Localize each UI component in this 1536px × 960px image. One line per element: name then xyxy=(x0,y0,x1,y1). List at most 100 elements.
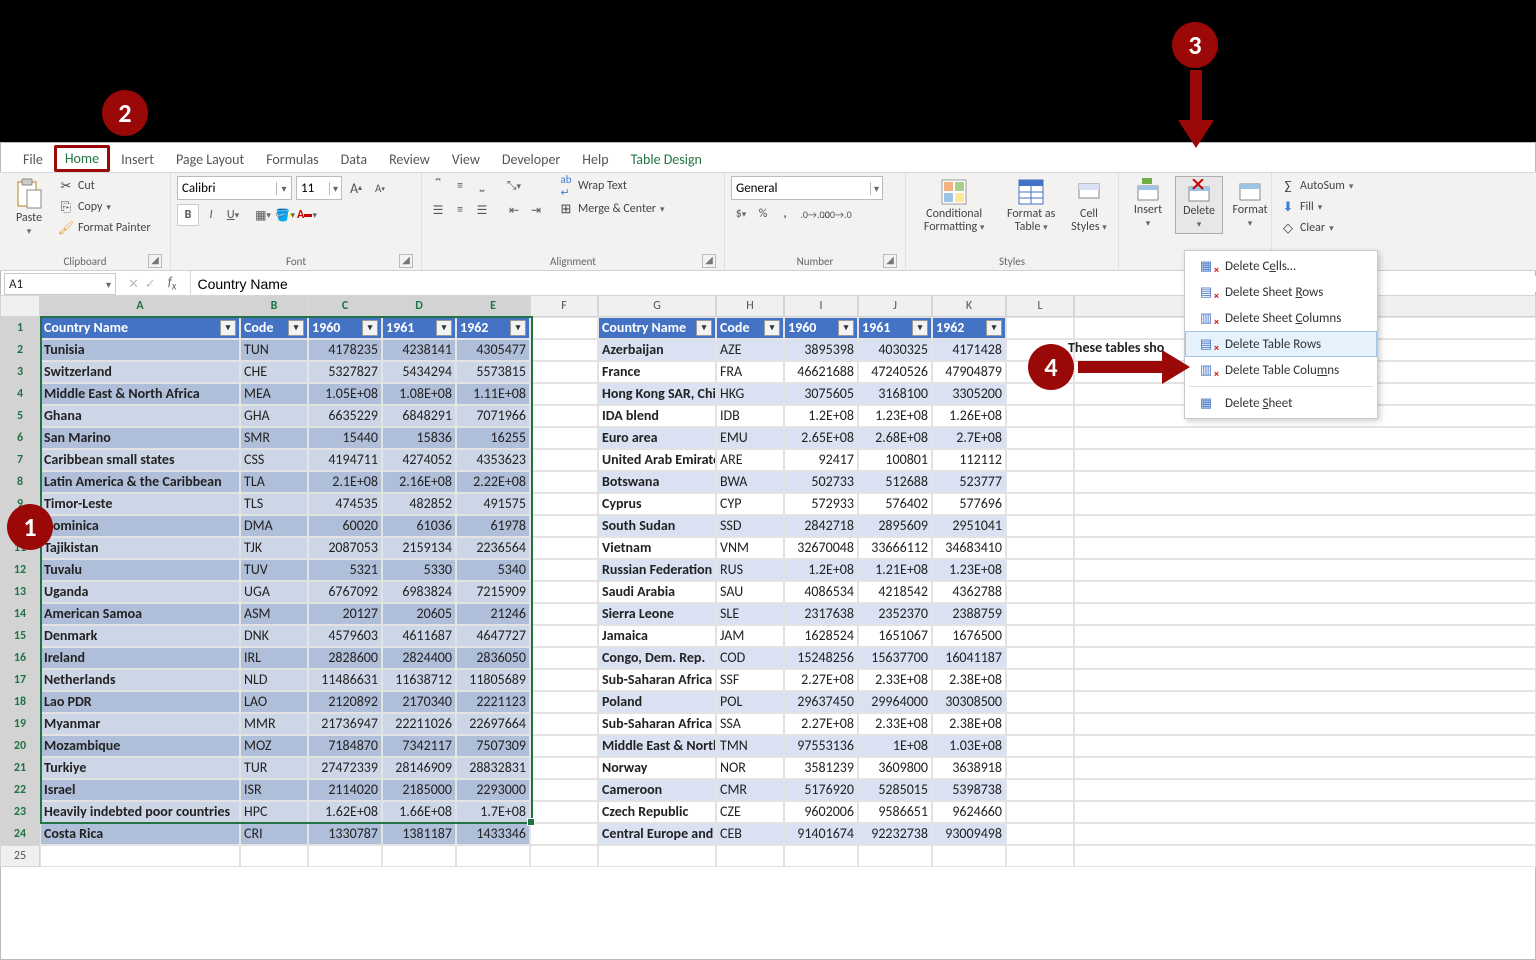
cell-G18[interactable]: Poland xyxy=(598,691,716,713)
cell-H11[interactable]: VNM xyxy=(716,537,784,559)
insert-cells-button[interactable]: Insert▾ xyxy=(1125,176,1171,232)
cell-I16[interactable]: 15248256 xyxy=(784,647,858,669)
cell-E20[interactable]: 7507309 xyxy=(456,735,530,757)
cell-J15[interactable]: 1651067 xyxy=(858,625,932,647)
cell-G14[interactable]: Sierra Leone xyxy=(598,603,716,625)
cell-E9[interactable]: 491575 xyxy=(456,493,530,515)
cell-I4[interactable]: 3075605 xyxy=(784,383,858,405)
cell-G15[interactable]: Jamaica xyxy=(598,625,716,647)
cell-L23[interactable] xyxy=(1006,801,1074,823)
cell-C8[interactable]: 2.1E+08 xyxy=(308,471,382,493)
cell-H10[interactable]: SSD xyxy=(716,515,784,537)
cell-F19[interactable] xyxy=(530,713,598,735)
cell-I10[interactable]: 2842718 xyxy=(784,515,858,537)
cell-D17[interactable]: 11638712 xyxy=(382,669,456,691)
cell-J22[interactable]: 5285015 xyxy=(858,779,932,801)
row-header-15[interactable]: 15 xyxy=(0,625,40,647)
row-header-21[interactable]: 21 xyxy=(0,757,40,779)
cell-E8[interactable]: 2.22E+08 xyxy=(456,471,530,493)
cell-F9[interactable] xyxy=(530,493,598,515)
cell-E25[interactable] xyxy=(456,845,530,867)
cell-J3[interactable]: 47240526 xyxy=(858,361,932,383)
cell-K12[interactable]: 1.23E+08 xyxy=(932,559,1006,581)
decrease-decimal-button[interactable]: .00→.0 xyxy=(827,204,847,224)
cell-G7[interactable]: United Arab Emirates xyxy=(598,449,716,471)
cell-C20[interactable]: 7184870 xyxy=(308,735,382,757)
cell-B4[interactable]: MEA xyxy=(240,383,308,405)
filter-dropdown[interactable]: ▾ xyxy=(220,320,236,336)
cell-D22[interactable]: 2185000 xyxy=(382,779,456,801)
cell-C16[interactable]: 2828600 xyxy=(308,647,382,669)
cell-F22[interactable] xyxy=(530,779,598,801)
number-format-combo[interactable]: ▾ xyxy=(731,176,883,200)
cell-A23[interactable]: Heavily indebted poor countries xyxy=(40,801,240,823)
filter-dropdown[interactable]: ▾ xyxy=(510,320,526,336)
cell-I13[interactable]: 4086534 xyxy=(784,581,858,603)
cell-H5[interactable]: IDB xyxy=(716,405,784,427)
cut-button[interactable]: ✂Cut xyxy=(56,176,153,196)
row-header-17[interactable]: 17 xyxy=(0,669,40,691)
row-header-16[interactable]: 16 xyxy=(0,647,40,669)
cell-L15[interactable] xyxy=(1006,625,1074,647)
cell-F14[interactable] xyxy=(530,603,598,625)
merge-center-button[interactable]: ⊞Merge & Center ▾ xyxy=(556,199,667,219)
cell-I8[interactable]: 502733 xyxy=(784,471,858,493)
filter-dropdown[interactable]: ▾ xyxy=(362,320,378,336)
cell-C17[interactable]: 11486631 xyxy=(308,669,382,691)
cell-H12[interactable]: RUS xyxy=(716,559,784,581)
cell-B5[interactable]: GHA xyxy=(240,405,308,427)
cell-A2[interactable]: Tunisia xyxy=(40,339,240,361)
cell-H20[interactable]: TMN xyxy=(716,735,784,757)
cell-C15[interactable]: 4579603 xyxy=(308,625,382,647)
cell-H17[interactable]: SSF xyxy=(716,669,784,691)
cell-G8[interactable]: Botswana xyxy=(598,471,716,493)
cell-D18[interactable]: 2170340 xyxy=(382,691,456,713)
cell-A7[interactable]: Caribbean small states xyxy=(40,449,240,471)
format-cells-button[interactable]: Format▾ xyxy=(1227,176,1273,232)
menu-delete-sheet-columns[interactable]: ▥× Delete Sheet Columns xyxy=(1185,305,1377,331)
cell-I18[interactable]: 29637450 xyxy=(784,691,858,713)
row-header-5[interactable]: 5 xyxy=(0,405,40,427)
cell-rest-6[interactable] xyxy=(1074,427,1536,449)
cell-I24[interactable]: 91401674 xyxy=(784,823,858,845)
cell-F4[interactable] xyxy=(530,383,598,405)
tab-home[interactable]: Home xyxy=(54,145,110,172)
cell-rest-21[interactable] xyxy=(1074,757,1536,779)
row-header-8[interactable]: 8 xyxy=(0,471,40,493)
cell-I23[interactable]: 9602006 xyxy=(784,801,858,823)
cell-A6[interactable]: San Marino xyxy=(40,427,240,449)
accounting-format-button[interactable]: $▾ xyxy=(731,204,751,224)
underline-button[interactable]: U ▾ xyxy=(223,205,243,225)
cell-G3[interactable]: France xyxy=(598,361,716,383)
col-header-G[interactable]: G xyxy=(598,295,716,317)
cell-A10[interactable]: Dominica xyxy=(40,515,240,537)
filter-dropdown[interactable]: ▾ xyxy=(838,320,854,336)
col-header-J[interactable]: J xyxy=(858,295,932,317)
cell-C21[interactable]: 27472339 xyxy=(308,757,382,779)
cell-K13[interactable]: 4362788 xyxy=(932,581,1006,603)
font-color-button[interactable]: A▾ xyxy=(297,205,317,225)
cell-rest-24[interactable] xyxy=(1074,823,1536,845)
cell-B19[interactable]: MMR xyxy=(240,713,308,735)
number-format-input[interactable] xyxy=(732,181,870,196)
cell-E14[interactable]: 21246 xyxy=(456,603,530,625)
borders-button[interactable]: ▦ ▾ xyxy=(253,205,273,225)
cell-F24[interactable] xyxy=(530,823,598,845)
clipboard-dialog-launcher[interactable]: ◢ xyxy=(148,254,162,268)
cell-rest-11[interactable] xyxy=(1074,537,1536,559)
select-all-corner[interactable] xyxy=(0,295,40,317)
cell-E6[interactable]: 16255 xyxy=(456,427,530,449)
cell-L10[interactable] xyxy=(1006,515,1074,537)
cell-D14[interactable]: 20605 xyxy=(382,603,456,625)
cell-L20[interactable] xyxy=(1006,735,1074,757)
cell-C24[interactable]: 1330787 xyxy=(308,823,382,845)
cell-B10[interactable]: DMA xyxy=(240,515,308,537)
row-header-19[interactable]: 19 xyxy=(0,713,40,735)
cell-J1[interactable]: 1961▾ xyxy=(858,317,932,339)
cell-C18[interactable]: 2120892 xyxy=(308,691,382,713)
cell-I7[interactable]: 92417 xyxy=(784,449,858,471)
cell-E22[interactable]: 2293000 xyxy=(456,779,530,801)
cell-D2[interactable]: 4238141 xyxy=(382,339,456,361)
col-header-C[interactable]: C xyxy=(308,295,382,317)
insert-function-button[interactable]: fx xyxy=(162,275,183,293)
